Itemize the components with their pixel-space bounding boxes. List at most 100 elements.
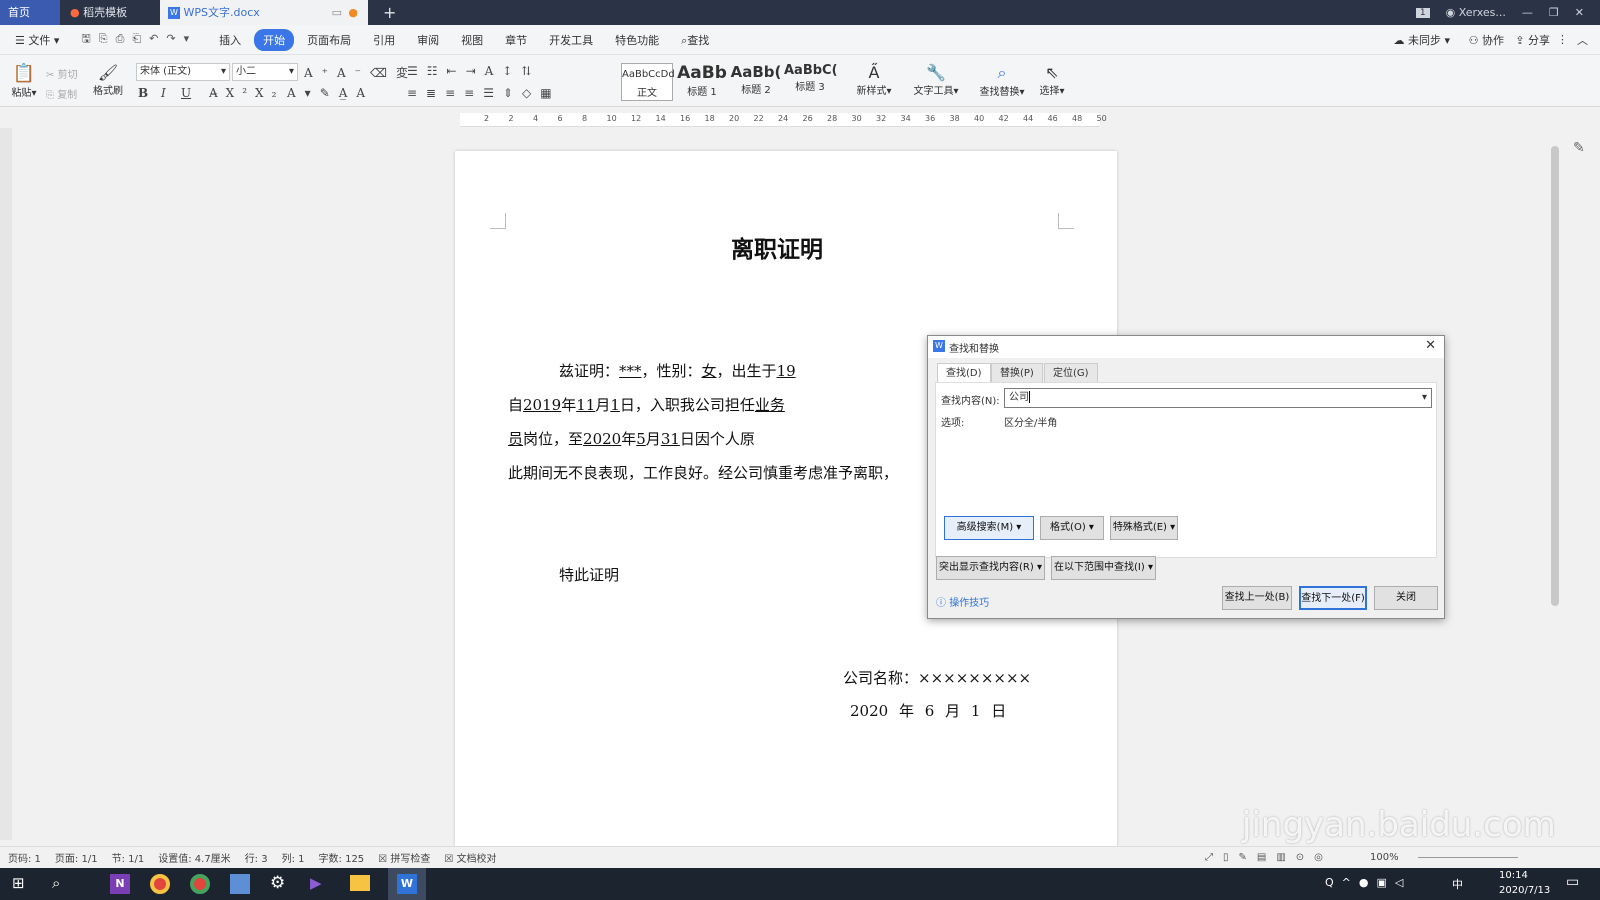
chevron-down-icon[interactable]: ▾ — [1422, 389, 1427, 407]
wps-taskbar-button[interactable]: W — [388, 868, 426, 900]
notification-icon[interactable]: ▭ — [1566, 874, 1579, 890]
status-section[interactable]: 节: 1/1 — [112, 850, 145, 865]
app-icon[interactable] — [230, 874, 250, 894]
close-icon[interactable]: ✕ — [1575, 6, 1584, 19]
highlight-button[interactable]: 突出显示查找内容(R) ▾ — [936, 556, 1045, 580]
menu-features[interactable]: 特色功能 — [606, 29, 668, 51]
chrome-icon[interactable] — [190, 874, 210, 894]
find-replace-button[interactable]: ⌕ 查找替换▾ — [976, 63, 1028, 98]
format-painter-button[interactable]: 🖌 格式刷 — [92, 63, 124, 97]
special-format-button[interactable]: 特殊格式(E) ▾ — [1110, 516, 1178, 540]
chrome-icon[interactable] — [150, 874, 170, 894]
ime-indicator[interactable]: 中 — [1452, 876, 1463, 892]
copy-button[interactable]: ⎘ 复制 — [46, 86, 77, 101]
clock-time[interactable]: 10:14 — [1499, 870, 1528, 881]
find-input[interactable]: 公司 ▾ — [1004, 388, 1432, 408]
font-size-adjust-icons[interactable]: A⁺A⁻⌫変 — [304, 64, 417, 81]
style-heading2[interactable]: AaBb(标题 2 — [730, 63, 782, 101]
visual-studio-icon[interactable]: ▶ — [310, 874, 322, 892]
file-menu[interactable]: ☰ 文件 ▾ — [6, 29, 68, 51]
underline-button[interactable]: U — [181, 86, 191, 100]
zoom-level[interactable]: 100% — [1370, 852, 1399, 863]
settings-gear-icon[interactable]: ⚙ — [270, 873, 285, 893]
horizontal-ruler[interactable]: 2 2 4 6 8 10 12 14 16 18 20 22 24 26 28 30 32 34 36 38 40 42 4… — [460, 113, 1107, 127]
windows-start-icon[interactable]: ⊞ — [12, 874, 25, 892]
style-normal[interactable]: AaBbCcDd 正文 — [621, 63, 675, 101]
text-tools-button[interactable]: 🔧 文字工具▾ — [910, 63, 962, 97]
user-account[interactable]: ◉ Xerxes... — [1446, 6, 1506, 19]
scrollbar-thumb[interactable] — [1551, 146, 1559, 606]
sync-status[interactable]: ☁ 未同步 ▾ — [1393, 32, 1450, 48]
style-heading3[interactable]: AaBbC(标题 3 — [784, 63, 838, 101]
close-button[interactable]: 关闭 — [1374, 586, 1438, 610]
paste-button[interactable]: 📋 粘贴▾ — [10, 63, 38, 99]
view-mode-icons[interactable]: ⤢▯✎▤▥⊙◎ — [1205, 852, 1333, 863]
new-tab-button[interactable]: + — [375, 0, 399, 25]
menu-section[interactable]: 章节 — [496, 29, 536, 51]
tab-find[interactable]: 查找(D) — [937, 363, 991, 382]
vertical-scrollbar[interactable] — [1548, 116, 1562, 848]
spell-check-toggle[interactable]: ☒ 拼写检查 — [378, 850, 430, 865]
menu-view[interactable]: 视图 — [452, 29, 492, 51]
tips-link[interactable]: ⓘ 操作技巧 — [936, 594, 989, 609]
menu-home[interactable]: 开始 — [254, 28, 295, 51]
menu-references[interactable]: 引用 — [364, 29, 404, 51]
font-size-select[interactable]: 小二 ▾ — [232, 63, 298, 81]
monitor-icon[interactable]: ▭ — [332, 0, 342, 25]
font-name-select[interactable]: 宋体 (正文) ▾ — [136, 63, 230, 81]
quick-access-toolbar[interactable]: 🖫⎘⎙⎗↶↷▾ — [72, 27, 206, 52]
status-words[interactable]: 字数: 125 — [319, 850, 365, 865]
tab-document[interactable]: W WPS文字.docx ▭ ● — [160, 0, 368, 25]
status-col[interactable]: 列: 1 — [282, 850, 305, 865]
status-setting[interactable]: 设置值: 4.7厘米 — [158, 850, 230, 865]
menu-review[interactable]: 审阅 — [408, 29, 448, 51]
find-next-button[interactable]: 查找下一处(F) — [1299, 586, 1367, 610]
more-icon[interactable]: ⋮ — [1557, 33, 1568, 46]
zoom-slider[interactable] — [1418, 857, 1518, 858]
menu-page-layout[interactable]: 页面布局 — [298, 29, 360, 51]
find-in-button[interactable]: 在以下范围中查找(I) ▾ — [1051, 556, 1156, 580]
status-row[interactable]: 行: 3 — [245, 850, 268, 865]
list-indent-icons[interactable]: ☰☷⇤⇥A↕⇅ — [407, 64, 540, 78]
vertical-ruler[interactable] — [0, 128, 12, 840]
format-button[interactable]: 格式(O) ▾ — [1040, 516, 1104, 540]
wps-app-icon: W — [933, 340, 945, 352]
ruler-tick-label: 42 — [998, 114, 1009, 123]
font-effects-icons[interactable]: A̶X²X₂ — [209, 86, 284, 100]
collab-button[interactable]: ⚇ 协作 — [1469, 32, 1504, 48]
tab-goto[interactable]: 定位(G) — [1044, 363, 1098, 382]
scissors-icon: ✂ — [46, 70, 55, 81]
find-previous-button[interactable]: 查找上一处(B) — [1222, 586, 1292, 610]
clock-date[interactable]: 2020/7/13 — [1499, 885, 1550, 896]
edit-pen-icon[interactable]: ✎ — [1573, 140, 1585, 156]
style-heading1[interactable]: AaBb 标题 1 — [676, 63, 728, 101]
menu-insert[interactable]: 插入 — [210, 29, 250, 51]
font-color-icons[interactable]: A▾✎A̲A — [287, 86, 374, 100]
dialog-close-icon[interactable]: ✕ — [1425, 338, 1436, 353]
menu-developer[interactable]: 开发工具 — [540, 29, 602, 51]
ruler-tick-label: 36 — [925, 114, 936, 123]
new-style-button[interactable]: A̋ 新样式▾ — [852, 63, 896, 97]
file-explorer-icon[interactable] — [350, 875, 370, 891]
tab-home[interactable]: 首页 — [0, 0, 60, 25]
cut-button[interactable]: ✂ 剪切 — [46, 66, 78, 81]
tray-icons[interactable]: Q^●▣◁ — [1325, 876, 1411, 889]
paragraph-align-icons[interactable]: ≡≣≡≡☰⇕◇▦ — [407, 86, 561, 100]
search-icon[interactable]: ⌕ — [52, 874, 60, 892]
advanced-search-button[interactable]: 高级搜索(M) ▾ — [944, 516, 1034, 540]
collapse-ribbon-icon[interactable]: ︿ — [1577, 32, 1588, 48]
italic-button[interactable]: I — [161, 86, 166, 100]
menu-search[interactable]: ⌕查找 — [672, 29, 718, 51]
select-button[interactable]: ⇖ 选择▾ — [1036, 63, 1068, 97]
page-badge[interactable]: 1 — [1415, 7, 1430, 18]
proofread-toggle[interactable]: ☒ 文档校对 — [444, 850, 496, 865]
status-page-number[interactable]: 页码: 1 — [8, 850, 41, 865]
onenote-icon[interactable]: N — [110, 874, 130, 894]
bold-button[interactable]: B — [138, 86, 156, 100]
tab-replace[interactable]: 替换(P) — [991, 363, 1043, 382]
maximize-icon[interactable]: ❐ — [1549, 6, 1559, 19]
tab-templates[interactable]: ● 稻壳模板 — [62, 0, 157, 25]
status-pages[interactable]: 页面: 1/1 — [55, 850, 98, 865]
share-button[interactable]: ⇪ 分享 — [1515, 32, 1550, 48]
minimize-icon[interactable]: — — [1522, 6, 1533, 19]
